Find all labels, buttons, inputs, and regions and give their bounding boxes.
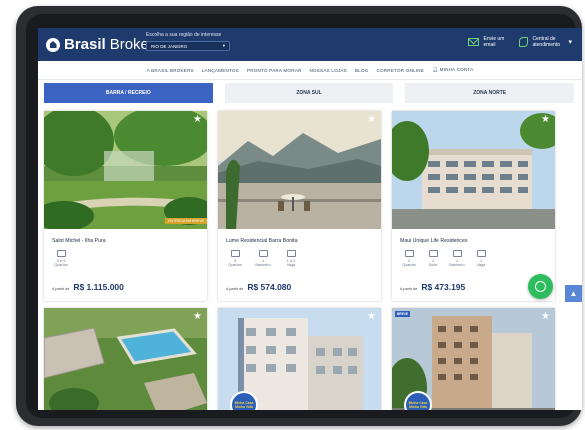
chevron-down-icon: ▾ <box>568 39 572 46</box>
property-grid: ★ ENTREGA EM BREVE Saint Michel - Ilha P… <box>44 111 574 410</box>
mail-icon <box>468 38 480 46</box>
property-title[interactable]: Lume Residencial Barra Bonita <box>226 238 298 244</box>
property-specs: 3 Quartos 1 Banheiro 1 a 2 Vaga <box>226 250 300 267</box>
property-card[interactable]: ★ Lume Residencial Barra Bonita 3 Quarto… <box>218 111 381 301</box>
favorite-star-icon[interactable]: ★ <box>541 115 550 125</box>
bed-icon <box>56 250 66 257</box>
bed-icon <box>230 250 240 257</box>
property-specs: 2 Quartos 1 Suíte 1 Banheiro 1 Vaga <box>400 250 490 267</box>
nav-item-pronto-para-morar[interactable]: PRONTO PARA MORAR <box>247 68 302 73</box>
spec-bathrooms: 1 Banheiro <box>254 250 272 267</box>
property-card[interactable]: ★ Maui Unique Life Residences 2 Quartos … <box>392 111 555 301</box>
spec-label: Vaga <box>476 263 486 267</box>
spec-bedrooms: 3 e 4 Quartos <box>52 250 70 267</box>
spec-parking: 1 a 2 Vaga <box>282 250 300 267</box>
nav-item-lancamentos[interactable]: LANÇAMENTOS <box>202 68 239 73</box>
brand-name-bold: Brasil <box>64 36 106 53</box>
nav-item-brasil-brokers[interactable]: A BRASIL BROKERS <box>147 68 194 73</box>
spec-label: Banheiro <box>449 263 465 267</box>
support-label: Central de atendimento <box>532 36 561 48</box>
region-tabs: BARRA / RECREIO ZONA SUL ZONA NORTE <box>44 83 575 103</box>
whatsapp-button[interactable] <box>528 274 553 299</box>
top-badge: BREVE <box>395 311 410 317</box>
favorite-star-icon[interactable]: ★ <box>541 312 550 322</box>
spec-label: Quartos <box>402 263 416 267</box>
star-outline-icon <box>428 250 438 257</box>
region-select[interactable]: RIO DE JANEIRO ▾ <box>146 41 230 51</box>
price-row: A partir de R$ 574.080 <box>226 282 291 292</box>
shower-icon <box>452 250 462 257</box>
property-title[interactable]: Maui Unique Life Residences <box>400 238 467 244</box>
spec-bedrooms: 2 Quartos <box>400 250 418 267</box>
main-nav: A BRASIL BROKERS LANÇAMENTOS PRONTO PARA… <box>38 61 582 80</box>
spec-label: Quartos <box>54 263 68 267</box>
header-bar: Brasil Brokers Escolha a sua região de in… <box>38 28 582 61</box>
tab-zona-norte[interactable]: ZONA NORTE <box>405 83 575 103</box>
property-photo[interactable]: ★ ENTREGA EM BREVE <box>44 111 207 229</box>
favorite-star-icon[interactable]: ★ <box>193 312 202 322</box>
property-photo[interactable]: BREVE ★ Minha Casa Minha Vida <box>392 308 555 410</box>
price-prefix: A partir de <box>226 287 244 291</box>
price-row: A partir de R$ 473.195 <box>400 282 465 292</box>
car-icon <box>476 250 486 257</box>
favorite-star-icon[interactable]: ★ <box>367 312 376 322</box>
price: R$ 473.195 <box>421 282 466 292</box>
nav-item-minha-conta[interactable]: 👤︎ MINHA CONTA <box>432 67 473 73</box>
property-photo[interactable]: ★ <box>218 111 381 229</box>
price-prefix: A partir de <box>400 287 418 291</box>
nav-item-label: MINHA CONTA <box>439 67 474 72</box>
price: R$ 1.115.000 <box>73 282 124 292</box>
price: R$ 574.080 <box>247 282 292 292</box>
scroll-top-button[interactable]: ▲ <box>565 285 582 302</box>
shower-icon <box>258 250 268 257</box>
property-title[interactable]: Saint Michel - Ilha Pura <box>52 238 106 244</box>
price-row: A partir de R$ 1.115.000 <box>52 282 124 292</box>
favorite-star-icon[interactable]: ★ <box>367 115 376 125</box>
property-card[interactable]: ★ ENTREGA EM BREVE Saint Michel - Ilha P… <box>44 111 207 301</box>
tab-barra-recreio[interactable]: BARRA / RECREIO <box>44 83 213 103</box>
favorite-star-icon[interactable]: ★ <box>193 115 202 125</box>
spec-parking: 1 Vaga <box>472 250 490 267</box>
property-photo[interactable]: ★ <box>44 308 207 410</box>
nav-item-corretor-online[interactable]: CORRETOR ONLINE <box>376 68 424 73</box>
tab-zona-sul[interactable]: ZONA SUL <box>224 83 394 103</box>
nav-item-nossas-lojas[interactable]: NOSSAS LOJAS <box>310 68 347 73</box>
user-icon: 👤︎ <box>432 67 440 72</box>
property-photo[interactable]: ★ <box>392 111 555 229</box>
spec-suites: 1 Suíte <box>424 250 442 267</box>
whatsapp-icon <box>535 281 546 292</box>
price-prefix: A partir de <box>52 287 70 291</box>
phone-icon <box>519 37 529 47</box>
car-icon <box>286 250 296 257</box>
spec-label: Suíte <box>428 263 438 267</box>
property-card[interactable]: ★ Minha Casa Minha Vida <box>218 308 381 410</box>
bed-icon <box>404 250 414 257</box>
chevron-down-icon: ▾ <box>222 43 225 48</box>
nav-item-blog[interactable]: BLOG <box>355 68 369 73</box>
screen: Brasil Brokers Escolha a sua região de in… <box>38 28 582 410</box>
region-value: RIO DE JANEIRO <box>151 43 188 49</box>
email-label: Envie um email <box>483 36 505 48</box>
arrow-up-icon: ▲ <box>569 289 578 298</box>
spec-label: Vaga <box>286 263 296 267</box>
property-card[interactable]: BREVE ★ Minha Casa Minha Vida <box>392 308 555 410</box>
support-link[interactable]: Central de atendimento ▾ <box>519 36 572 48</box>
house-icon <box>46 37 60 52</box>
property-photo[interactable]: ★ Minha Casa Minha Vida <box>218 308 381 410</box>
header-actions: Envie um email Central de atendimento ▾ <box>468 36 572 48</box>
region-label: Escolha a sua região de interesse <box>146 32 222 38</box>
email-link[interactable]: Envie um email <box>468 36 505 48</box>
brand-logo[interactable]: Brasil Brokers <box>46 36 161 53</box>
region-selector: Escolha a sua região de interesse RIO DE… <box>146 32 230 51</box>
spec-bathrooms: 1 Banheiro <box>448 250 466 267</box>
delivery-ribbon: ENTREGA EM BREVE <box>165 218 207 224</box>
property-card[interactable]: ★ <box>44 308 207 410</box>
property-specs: 3 e 4 Quartos <box>52 250 70 267</box>
spec-label: Quartos <box>228 263 242 267</box>
spec-bedrooms: 3 Quartos <box>226 250 244 267</box>
spec-label: Banheiro <box>255 263 271 267</box>
